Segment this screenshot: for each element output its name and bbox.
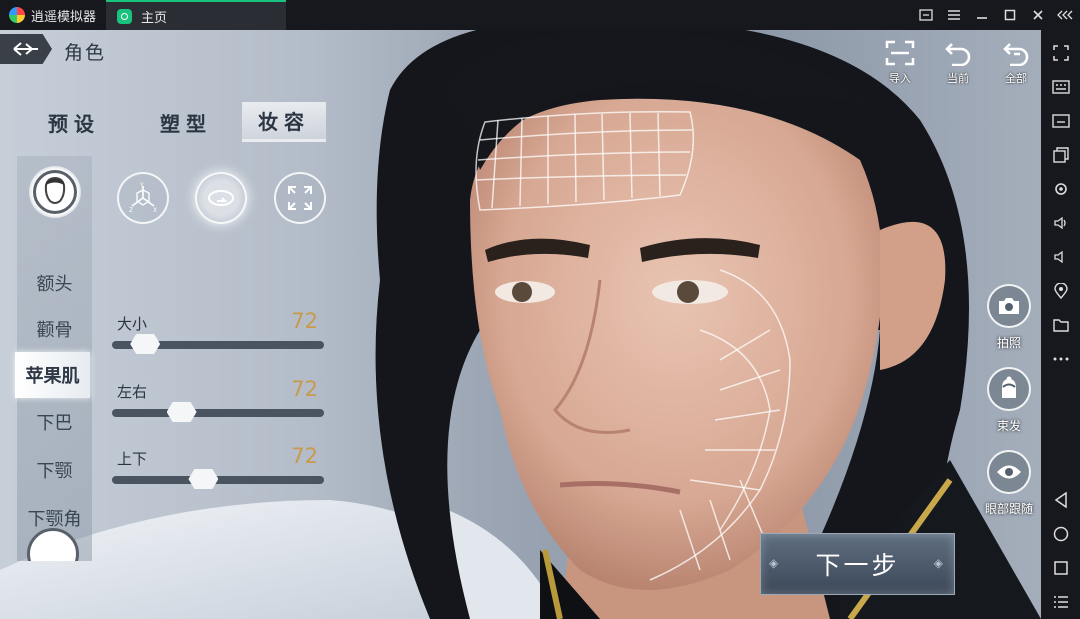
slider-value: 72 <box>291 377 318 401</box>
face-part-apple-cheek[interactable]: 苹果肌 <box>15 352 90 398</box>
volume-up-icon[interactable] <box>1041 206 1080 240</box>
face-category-button[interactable] <box>29 166 81 218</box>
face-part-forehead[interactable]: 额头 <box>17 260 92 306</box>
slider-value: 72 <box>291 309 318 333</box>
slider-track[interactable] <box>112 476 324 484</box>
emulator-app-tab[interactable]: 逍遥模拟器 <box>0 0 105 30</box>
face-part-cheekbone[interactable]: 颧骨 <box>17 306 92 352</box>
expand-icon <box>288 186 312 210</box>
hair-icon <box>987 367 1031 411</box>
menu-icon[interactable] <box>940 0 968 30</box>
emulator-titlebar: 逍遥模拟器 主页 <box>0 0 1080 30</box>
undo-icon <box>945 43 971 66</box>
maximize-icon[interactable] <box>996 0 1024 30</box>
list-icon[interactable] <box>1041 585 1080 619</box>
tab-preset[interactable]: 预设 <box>18 102 130 142</box>
emulator-side-toolbar <box>1041 30 1080 619</box>
minimize-icon[interactable] <box>968 0 996 30</box>
eye-icon <box>987 450 1031 494</box>
collapse-sidebar-icon[interactable] <box>1052 0 1080 30</box>
import-label: 导入 <box>889 72 911 85</box>
slider-label: 上下 <box>117 450 148 468</box>
slider-value: 72 <box>291 444 318 468</box>
undo-all-button[interactable]: 全部 <box>996 40 1036 92</box>
game-viewport[interactable]: 角色 预设 塑型 妆容 额头 颧骨 苹果肌 下巴 下颚 下颚角 Y Z X 大小… <box>0 30 1041 619</box>
undo-current-label: 当前 <box>947 72 969 85</box>
rotate-mode-button[interactable] <box>195 172 247 224</box>
undo-current-button[interactable]: 当前 <box>938 40 978 92</box>
axis-mode-button[interactable]: Y Z X <box>117 172 169 224</box>
slider-label: 大小 <box>117 315 148 333</box>
screen-title: 角色 <box>64 42 107 64</box>
back-button[interactable] <box>0 34 52 64</box>
face-part-jaw[interactable]: 下颚 <box>17 447 92 493</box>
tie-hair-label: 束发 <box>996 419 1021 433</box>
svg-text:Z: Z <box>129 207 133 214</box>
axis-icon: Y Z X <box>129 182 157 214</box>
photo-label: 拍照 <box>996 336 1021 350</box>
keymap-icon[interactable] <box>912 0 940 30</box>
slider-label: 左右 <box>117 383 148 401</box>
folder-icon[interactable] <box>1041 308 1080 342</box>
scale-mode-button[interactable] <box>274 172 326 224</box>
slider-thumb[interactable] <box>166 402 197 422</box>
tie-hair-button[interactable]: 束发 <box>982 367 1036 449</box>
face-icon <box>33 170 77 214</box>
camera-icon <box>987 284 1031 328</box>
slider-thumb[interactable] <box>130 334 161 354</box>
tab-home[interactable]: 主页 <box>106 0 286 30</box>
emulator-logo-icon <box>9 7 25 23</box>
rotate-icon <box>208 190 234 206</box>
nav-back-icon[interactable] <box>1041 483 1080 517</box>
undo-all-icon <box>1003 43 1029 66</box>
back-arrow-icon <box>13 42 38 56</box>
import-button[interactable]: 导入 <box>880 40 920 92</box>
svg-text:Y: Y <box>139 182 144 189</box>
face-part-list: 额头 颧骨 苹果肌 下巴 下颚 下颚角 <box>15 156 92 561</box>
more-icon[interactable] <box>1041 342 1080 376</box>
category-tabs: 预设 塑型 妆容 <box>18 102 326 142</box>
slider-track[interactable] <box>112 409 324 417</box>
slider-thumb[interactable] <box>188 469 219 489</box>
settings-icon[interactable] <box>1041 172 1080 206</box>
eye-follow-label: 眼部跟随 <box>984 502 1033 516</box>
face-part-chin[interactable]: 下巴 <box>17 399 92 445</box>
volume-down-icon[interactable] <box>1041 240 1080 274</box>
slider-horizontal: 左右 72 <box>112 377 324 439</box>
next-category-button[interactable] <box>27 528 82 561</box>
location-icon[interactable] <box>1041 274 1080 308</box>
next-step-button[interactable]: 下一步 <box>760 533 955 595</box>
multi-instance-icon[interactable] <box>1041 138 1080 172</box>
home-tab-label: 主页 <box>141 10 168 26</box>
slider-vertical: 上下 72 <box>112 444 324 506</box>
tab-shape[interactable]: 塑型 <box>130 102 242 142</box>
emulator-app-name: 逍遥模拟器 <box>31 9 97 25</box>
slider-size: 大小 72 <box>112 309 324 371</box>
nav-home-icon[interactable] <box>1041 517 1080 551</box>
tab-makeup[interactable]: 妆容 <box>242 102 326 142</box>
scan-frame-icon <box>885 40 915 66</box>
nav-recents-icon[interactable] <box>1041 551 1080 585</box>
window-controls <box>912 0 1080 30</box>
home-tab-icon <box>117 8 132 24</box>
fullscreen-icon[interactable] <box>1041 36 1080 70</box>
photo-button[interactable]: 拍照 <box>982 284 1036 366</box>
svg-text:X: X <box>153 207 157 214</box>
apk-install-icon[interactable] <box>1041 104 1080 138</box>
eye-follow-button[interactable]: 眼部跟随 <box>982 450 1036 532</box>
close-icon[interactable] <box>1024 0 1052 30</box>
undo-all-label: 全部 <box>1005 72 1027 85</box>
keyboard-icon[interactable] <box>1041 70 1080 104</box>
